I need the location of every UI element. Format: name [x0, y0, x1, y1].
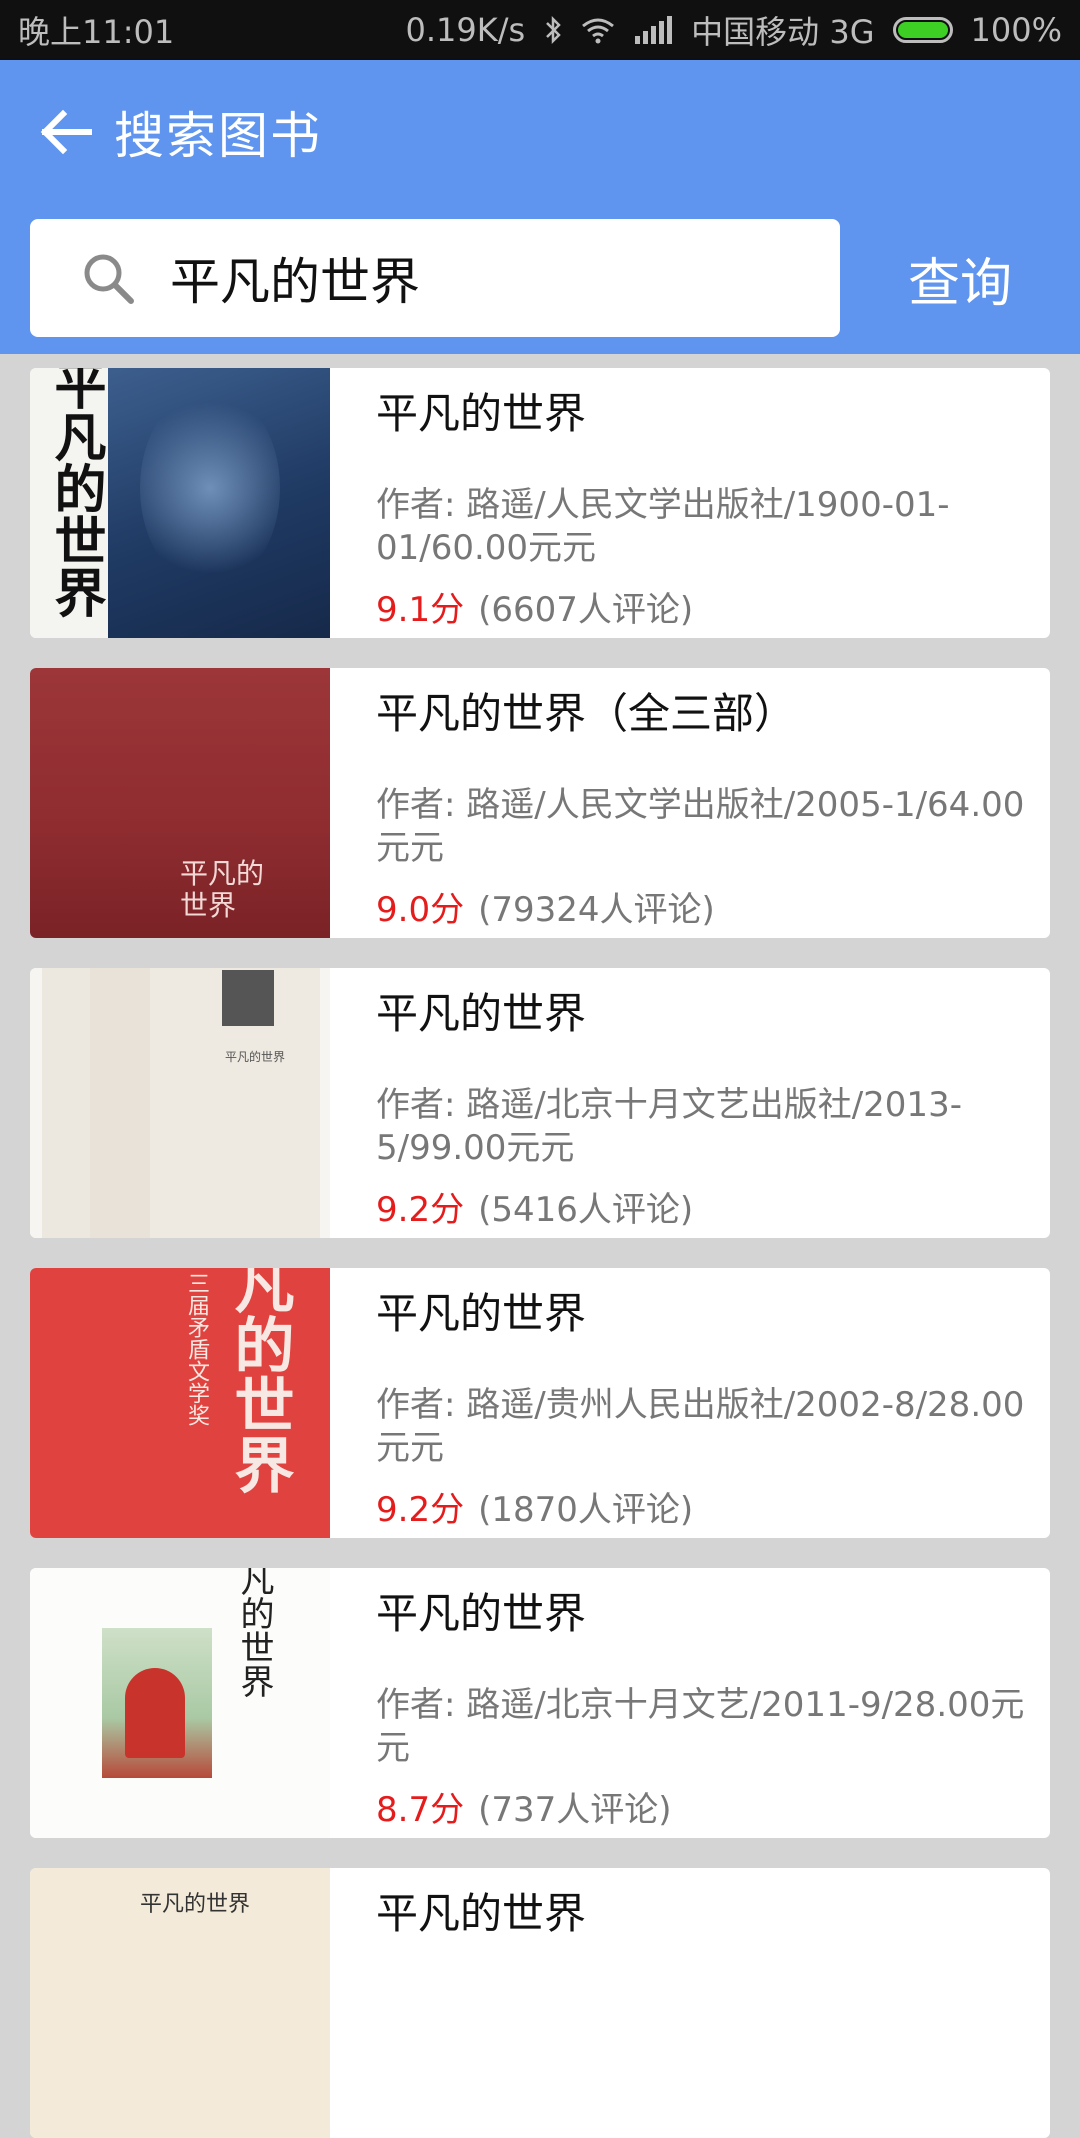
battery-icon: [892, 17, 953, 43]
book-cover: 平凡的世界: [30, 1868, 330, 2138]
book-card[interactable]: 平凡的世界 平凡的世界: [30, 1868, 1050, 2138]
book-cover: 平凡的世界: [30, 668, 330, 938]
book-rating: 9.0分 (79324人评论): [376, 882, 715, 931]
book-author-info: 作者: 路遥/贵州人民出版社/2002-8/28.00元元: [376, 1385, 1025, 1468]
battery-level: 100%: [970, 11, 1062, 49]
search-bar: 查询: [0, 204, 1080, 354]
search-icon: [78, 248, 138, 308]
book-rating: 9.2分 (5416人评论): [376, 1182, 693, 1231]
book-card[interactable]: 平凡的 世界 平凡的世界（全三部） 作者: 路遥/人民文学出版社/2005-1/6…: [30, 668, 1050, 938]
book-rating: 8.7分 (737人评论): [376, 1782, 672, 1831]
bluetooth-icon: [543, 15, 563, 45]
book-cover: 平凡的世界: [30, 368, 330, 638]
book-title: 平凡的世界: [376, 1889, 587, 1938]
review-count: (5416人评论): [478, 1190, 694, 1230]
book-title: 平凡的世界: [376, 389, 587, 438]
book-author-info: 作者: 路遥/北京十月文艺/2011-9/28.00元元: [376, 1685, 1025, 1768]
review-count: (6607人评论): [478, 590, 694, 630]
app-bar: 搜索图书: [0, 60, 1080, 204]
status-time: 晚上11:01: [18, 13, 175, 51]
book-title: 平凡的世界: [376, 1289, 587, 1338]
rating-score: 9.2分: [376, 1490, 465, 1530]
review-count: (1870人评论): [478, 1490, 694, 1530]
book-title: 平凡的世界: [376, 989, 587, 1038]
search-box[interactable]: [30, 219, 840, 337]
book-author-info: 作者: 路遥/北京十月文艺出版社/2013-5/99.00元元: [376, 1085, 962, 1168]
book-cover: 凡的世界: [30, 1568, 330, 1838]
book-card[interactable]: 凡的世界 平凡的世界 作者: 路遥/北京十月文艺/2011-9/28.00元元 …: [30, 1568, 1050, 1838]
back-arrow-icon[interactable]: [30, 97, 100, 167]
book-card[interactable]: 平凡的世界 平凡的世界 作者: 路遥/人民文学出版社/1900-01-01/60…: [30, 368, 1050, 638]
rating-score: 8.7分: [376, 1790, 465, 1830]
query-button[interactable]: 查询: [880, 219, 1040, 337]
book-card[interactable]: 平凡的世界 平凡的世界 作者: 路遥/北京十月文艺出版社/2013-5/99.0…: [30, 968, 1050, 1238]
carrier-label: 中国移动 3G: [691, 13, 875, 51]
book-card[interactable]: 凡的世界 三届矛盾文学奖 平凡的世界 作者: 路遥/贵州人民出版社/2002-8…: [30, 1268, 1050, 1538]
review-count: (79324人评论): [478, 890, 715, 930]
book-cover: 平凡的世界: [30, 968, 330, 1238]
network-speed: 0.19K/s: [405, 11, 526, 49]
rating-score: 9.1分: [376, 590, 465, 630]
book-author-info: 作者: 路遥/人民文学出版社/2005-1/64.00元元: [376, 785, 1025, 868]
review-count: (737人评论): [478, 1790, 672, 1830]
status-bar: 晚上11:01 0.19K/s 中国移动 3G 100%: [0, 0, 1080, 60]
book-title: 平凡的世界（全三部）: [376, 689, 797, 738]
search-input[interactable]: [168, 248, 772, 308]
page-title: 搜索图书: [114, 107, 322, 165]
book-rating: 9.1分 (6607人评论): [376, 582, 693, 631]
book-title: 平凡的世界: [376, 1589, 587, 1638]
rating-score: 9.0分: [376, 890, 465, 930]
rating-score: 9.2分: [376, 1190, 465, 1230]
book-cover: 凡的世界 三届矛盾文学奖: [30, 1268, 330, 1538]
book-rating: 9.2分 (1870人评论): [376, 1482, 693, 1531]
signal-icon: [633, 16, 673, 44]
book-author-info: 作者: 路遥/人民文学出版社/1900-01-01/60.00元元: [376, 485, 950, 568]
wifi-icon: [581, 16, 615, 44]
